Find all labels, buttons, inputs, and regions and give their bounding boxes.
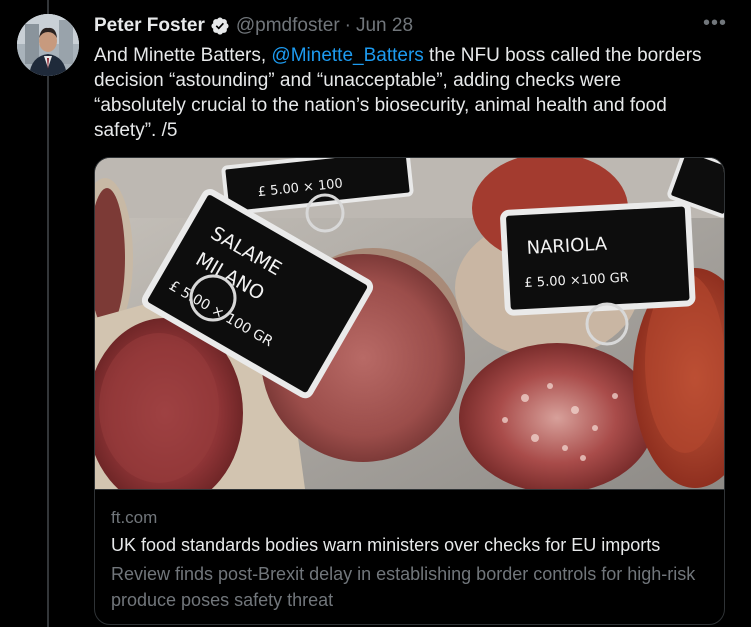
- card-domain: ft.com: [111, 508, 158, 527]
- author-handle[interactable]: @pmdfoster: [236, 15, 340, 37]
- more-options-icon[interactable]: •••: [700, 12, 730, 38]
- tweet-header: Peter Foster @pmdfoster · Jun 28: [94, 14, 413, 38]
- link-preview-card[interactable]: £ 5.00 × 100 SALAME MILANO £ 5.00 × 100 …: [94, 157, 725, 625]
- card-title: UK food standards bodies warn ministers …: [111, 535, 661, 555]
- tweet-date[interactable]: Jun 28: [356, 15, 413, 37]
- tweet-text-part-1: And Minette Batters,: [94, 45, 272, 66]
- thread-connector-line: [47, 0, 49, 627]
- mention-link[interactable]: @Minette_Batters: [271, 45, 423, 66]
- avatar[interactable]: [17, 14, 79, 76]
- card-image: £ 5.00 × 100 SALAME MILANO £ 5.00 × 100 …: [95, 158, 724, 489]
- tweet-text: And Minette Batters, @Minette_Batters th…: [94, 43, 714, 143]
- card-body: ft.com UK food standards bodies warn min…: [95, 489, 724, 624]
- author-name[interactable]: Peter Foster: [94, 15, 205, 37]
- label-nariola: NARIOLA: [526, 234, 608, 259]
- verified-badge-icon: [211, 17, 229, 35]
- card-description: Review finds post-Brexit delay in establ…: [111, 564, 696, 610]
- avatar-photo: [17, 14, 79, 76]
- header-separator: ·: [344, 15, 351, 36]
